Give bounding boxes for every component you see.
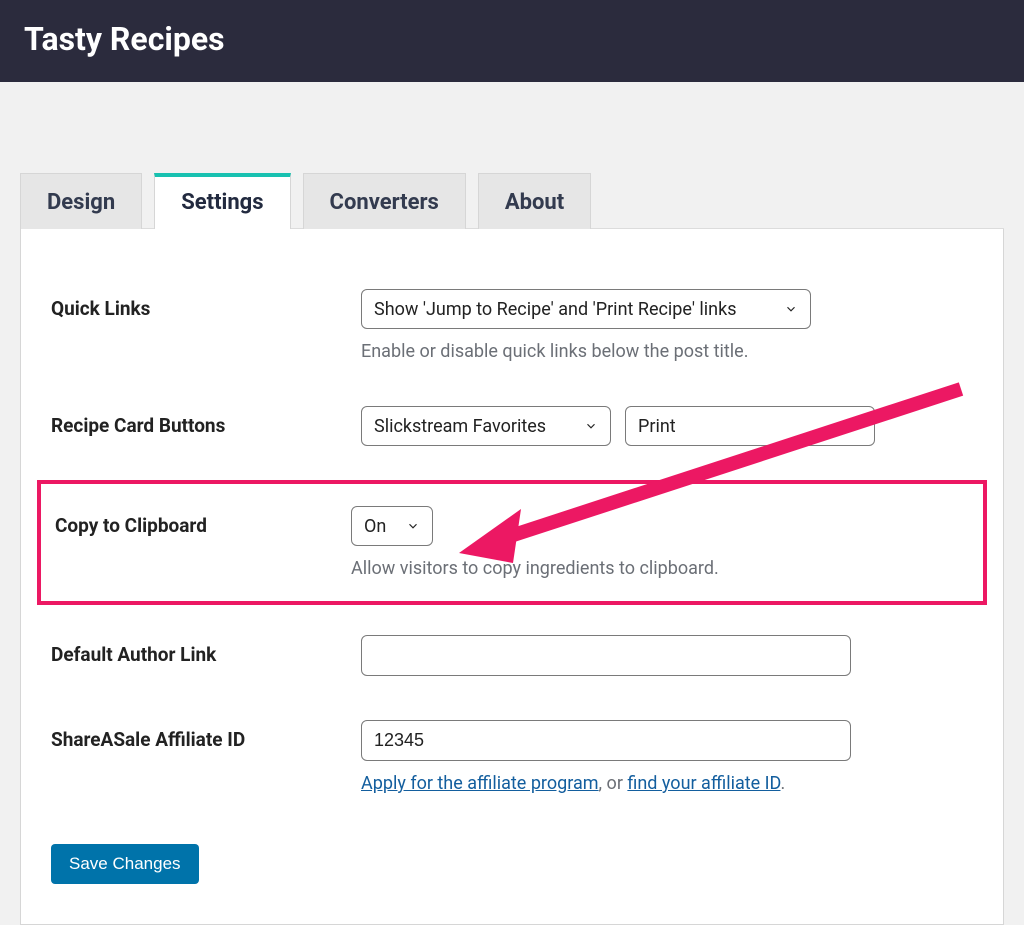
tab-about[interactable]: About [478,173,591,229]
chevron-down-icon [406,519,420,533]
chevron-down-icon [848,419,862,433]
row-recipe-card-buttons: Recipe Card Buttons Slickstream Favorite… [51,406,973,446]
select-value: Show 'Jump to Recipe' and 'Print Recipe'… [374,299,737,320]
row-copy-to-clipboard: Copy to Clipboard On Allow visitors to c… [37,480,987,605]
recipe-button1-select[interactable]: Slickstream Favorites [361,406,611,446]
tab-design[interactable]: Design [20,173,142,229]
save-changes-button[interactable]: Save Changes [51,844,199,884]
help-text-end: . [780,773,785,794]
tab-label: Design [47,190,115,215]
copy-clipboard-select[interactable]: On [351,506,433,546]
tab-converters[interactable]: Converters [303,173,466,229]
recipe-card-buttons-label: Recipe Card Buttons [51,406,361,437]
chevron-down-icon [784,302,798,316]
default-author-link-field [361,635,973,676]
tabs-container: Design Settings Converters About [20,172,1004,925]
recipe-button2-select[interactable]: Print [625,406,875,446]
quick-links-field: Show 'Jump to Recipe' and 'Print Recipe'… [361,289,973,362]
default-author-link-input[interactable] [361,635,851,676]
apply-affiliate-link[interactable]: Apply for the affiliate program [361,773,599,794]
select-value: Slickstream Favorites [374,416,546,437]
quick-links-label: Quick Links [51,289,361,320]
select-value: Print [638,416,676,437]
settings-panel: Quick Links Show 'Jump to Recipe' and 'P… [20,229,1004,925]
shareasale-help: Apply for the affiliate program, or find… [361,773,973,794]
chevron-down-icon [584,419,598,433]
row-shareasale: ShareASale Affiliate ID Apply for the af… [51,720,973,794]
select-value: On [364,516,386,537]
shareasale-input[interactable] [361,720,851,761]
copy-clipboard-help: Allow visitors to copy ingredients to cl… [351,558,973,579]
quick-links-select[interactable]: Show 'Jump to Recipe' and 'Print Recipe'… [361,289,811,329]
quick-links-help: Enable or disable quick links below the … [361,341,973,362]
shareasale-label: ShareASale Affiliate ID [51,720,361,751]
help-text: , or [599,773,628,794]
page-body: Design Settings Converters About [0,172,1024,925]
default-author-link-label: Default Author Link [51,635,361,666]
row-quick-links: Quick Links Show 'Jump to Recipe' and 'P… [51,289,973,362]
tab-settings[interactable]: Settings [154,173,290,229]
page-title: Tasty Recipes [24,20,1000,58]
tabs-nav: Design Settings Converters About [20,172,1004,229]
find-affiliate-id-link[interactable]: find your affiliate ID [627,773,780,794]
tab-label: Converters [330,190,439,215]
shareasale-field: Apply for the affiliate program, or find… [361,720,973,794]
tab-label: About [505,190,564,215]
tab-label: Settings [181,190,263,215]
copy-clipboard-label: Copy to Clipboard [41,506,351,537]
recipe-card-buttons-field: Slickstream Favorites Print [361,406,973,446]
copy-clipboard-field: On Allow visitors to copy ingredients to… [351,506,973,579]
row-default-author-link: Default Author Link [51,635,973,676]
page-header: Tasty Recipes [0,0,1024,82]
